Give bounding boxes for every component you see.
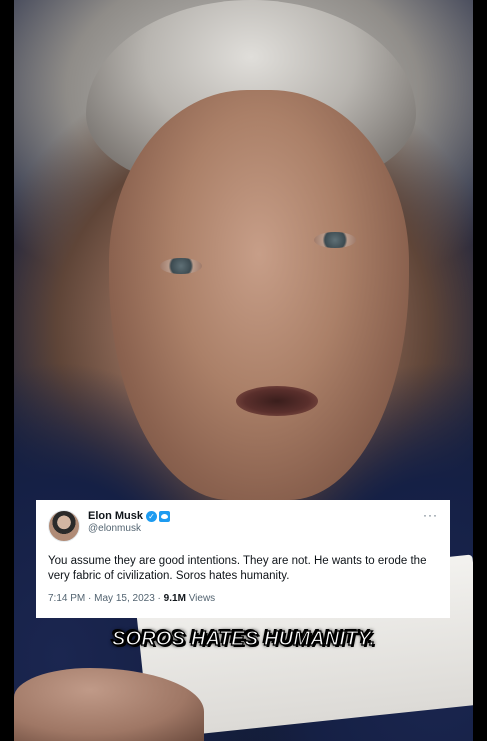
tweet-text: You assume they are good intentions. The… (48, 555, 427, 582)
tweet-meta: 7:14 PM · May 15, 2023 · 9.1M Views (48, 593, 438, 604)
avatar[interactable] (48, 510, 80, 542)
views-label: Views (188, 593, 216, 604)
tweet-header: Elon Musk ✓ @elonmusk ··· (48, 509, 438, 542)
meta-separator: · (88, 593, 92, 604)
tweet-card: Elon Musk ✓ @elonmusk ··· You assume the… (36, 500, 450, 618)
twitter-bird-icon (159, 510, 171, 522)
tweet-author: Elon Musk ✓ @elonmusk (88, 510, 171, 535)
portrait-right-eye (314, 232, 356, 248)
author-name-line: Elon Musk ✓ (88, 510, 171, 523)
verified-badge-icon: ✓ (146, 510, 158, 522)
tweet-time[interactable]: 7:14 PM (48, 593, 85, 604)
portrait-face (109, 90, 409, 500)
more-options-icon[interactable]: ··· (423, 509, 438, 521)
author-display-name[interactable]: Elon Musk (88, 510, 143, 523)
author-handle[interactable]: @elonmusk (88, 523, 170, 535)
views-count: 9.1M (163, 593, 186, 604)
video-caption: SOROS HATES HUMANITY. (111, 627, 376, 650)
portrait-mouth (236, 386, 318, 416)
tweet-date[interactable]: May 15, 2023 (94, 593, 155, 604)
meta-separator: · (157, 593, 161, 604)
portrait-left-eye (160, 258, 202, 274)
